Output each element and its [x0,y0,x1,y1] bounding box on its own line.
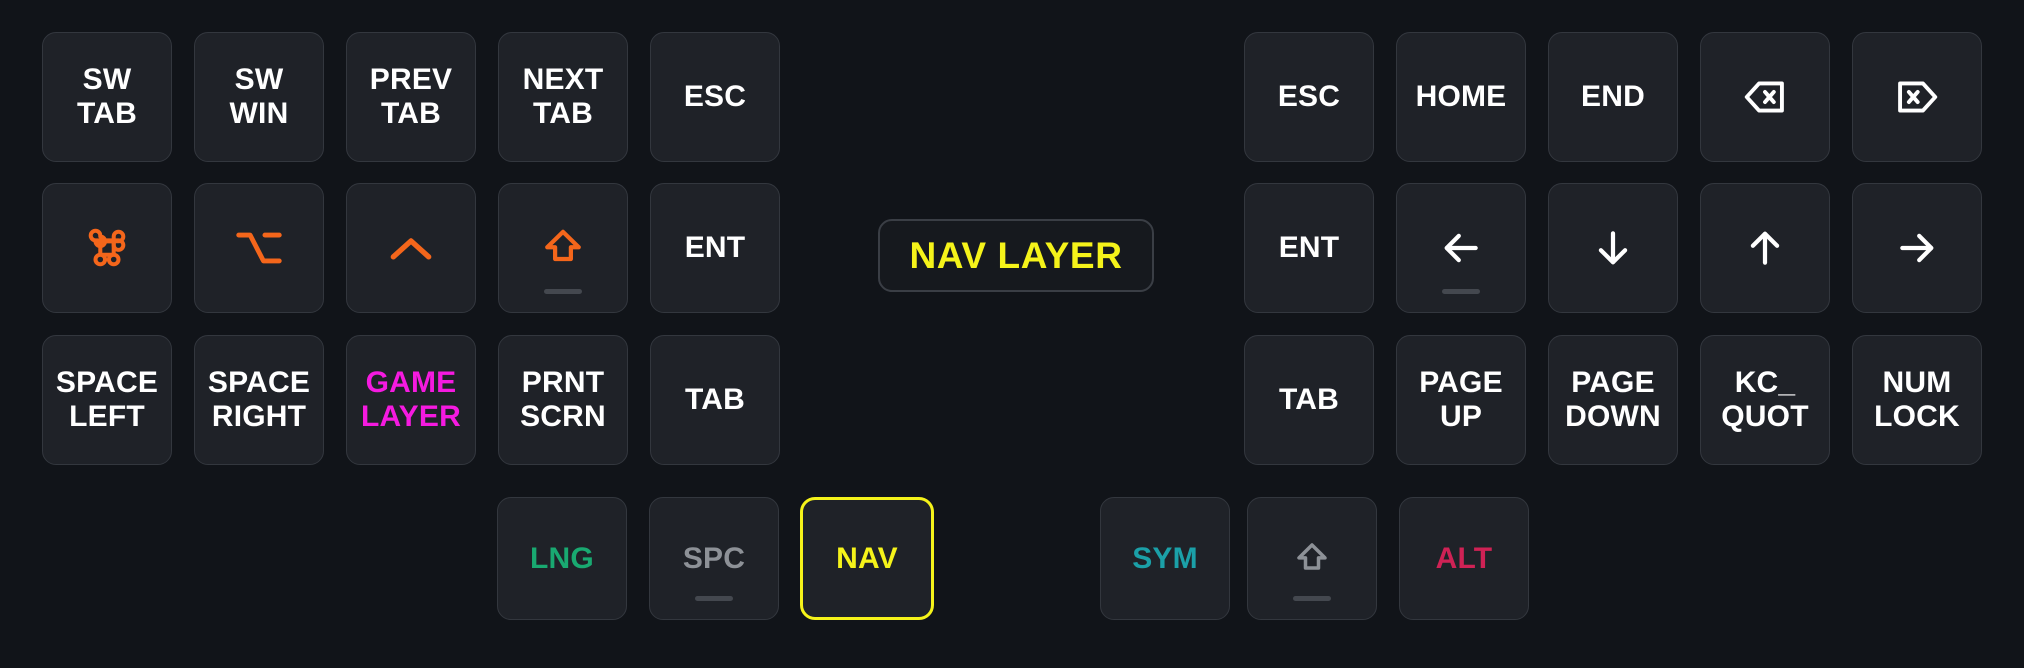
key-label: ESC [1277,80,1341,114]
key-l-r2-c2[interactable] [194,183,324,313]
key-l-r1-c1[interactable]: SW TAB [42,32,172,162]
homing-bar [1293,596,1331,601]
key-label: QUOT [1721,400,1809,433]
key-l-thumb-3[interactable]: NAV [800,497,934,620]
key-label: SCRN [520,400,606,433]
homing-bar [695,596,733,601]
delete-icon [1895,78,1939,116]
key-r-r3-c5[interactable]: NUM LOCK [1852,335,1982,465]
key-l-r3-c5[interactable]: TAB [650,335,780,465]
key-r-r2-c2[interactable] [1396,183,1526,313]
homing-bar [1442,289,1480,294]
key-label: GAME [365,366,457,400]
active-layer-label: NAV LAYER [909,234,1123,276]
arrow-left-icon [1439,226,1483,270]
key-l-r1-c5[interactable]: ESC [650,32,780,162]
backspace-icon [1743,78,1787,116]
key-r-r1-c3[interactable]: END [1548,32,1678,162]
key-l-thumb-1[interactable]: LNG [497,497,627,620]
key-label: SW [234,63,284,97]
key-r-thumb-2[interactable] [1247,497,1377,620]
key-label: TAB [684,383,746,417]
key-label: RIGHT [211,400,307,433]
key-l-r1-c4[interactable]: NEXT TAB [498,32,628,162]
key-r-r3-c3[interactable]: PAGE DOWN [1548,335,1678,465]
key-r-r3-c2[interactable]: PAGE UP [1396,335,1526,465]
key-label: END [1581,80,1645,114]
key-label: SPACE [207,366,311,400]
key-label: UP [1439,400,1483,433]
homing-bar [544,289,582,294]
key-label: LAYER [361,400,461,433]
key-label: SW [82,63,132,97]
keyboard-layout: SW TAB SW WIN PREV TAB NEXT TAB ESC ESC HOME END ENT… [0,0,2024,668]
key-l-r1-c2[interactable]: SW WIN [194,32,324,162]
key-l-r3-c2[interactable]: SPACE RIGHT [194,335,324,465]
key-r-r1-c4[interactable] [1700,32,1830,162]
key-label: PREV [369,63,453,97]
key-l-r2-c3[interactable] [346,183,476,313]
key-r-r1-c5[interactable] [1852,32,1982,162]
key-l-r3-c4[interactable]: PRNT SCRN [498,335,628,465]
key-label: NEXT [522,63,604,97]
key-r-r2-c5[interactable] [1852,183,1982,313]
key-label: SPACE [55,366,159,400]
key-l-thumb-2[interactable]: SPC [649,497,779,620]
control-icon [388,233,434,263]
key-label: ENT [684,231,746,265]
key-label: LOCK [1874,400,1960,433]
key-label: PAGE [1571,366,1655,400]
key-r-thumb-1[interactable]: SYM [1100,497,1230,620]
key-label: DOWN [1565,400,1661,433]
key-label: NAV [836,541,898,575]
command-icon [84,225,130,271]
shift-icon [541,226,585,270]
key-label: SPC [682,541,746,575]
key-l-r2-c1[interactable] [42,183,172,313]
key-label: TAB [532,97,594,130]
key-l-r2-c4[interactable] [498,183,628,313]
key-r-r2-c1[interactable]: ENT [1244,183,1374,313]
key-label: PAGE [1419,366,1503,400]
key-l-r3-c3[interactable]: GAME LAYER [346,335,476,465]
shift-outline-icon [1292,539,1332,579]
key-label: ENT [1278,231,1340,265]
key-label: LNG [530,541,594,575]
key-l-r1-c3[interactable]: PREV TAB [346,32,476,162]
key-label: TAB [76,97,138,130]
key-label: ALT [1435,541,1493,575]
arrow-right-icon [1895,226,1939,270]
key-label: LEFT [69,400,145,433]
key-r-thumb-3[interactable]: ALT [1399,497,1529,620]
arrow-down-icon [1591,226,1635,270]
key-label: PRNT [521,366,605,400]
arrow-up-icon [1743,226,1787,270]
key-r-r3-c4[interactable]: KC_ QUOT [1700,335,1830,465]
key-l-r2-c5[interactable]: ENT [650,183,780,313]
key-label: KC_ [1734,366,1796,400]
key-label: WIN [229,97,289,130]
key-l-r3-c1[interactable]: SPACE LEFT [42,335,172,465]
key-r-r1-c1[interactable]: ESC [1244,32,1374,162]
key-label: ESC [683,80,747,114]
key-r-r2-c3[interactable] [1548,183,1678,313]
key-r-r3-c1[interactable]: TAB [1244,335,1374,465]
option-icon [235,227,283,269]
key-label: TAB [1278,383,1340,417]
key-r-r2-c4[interactable] [1700,183,1830,313]
key-label: TAB [380,97,442,130]
active-layer-badge: NAV LAYER [878,219,1154,292]
key-label: SYM [1132,541,1198,575]
key-r-r1-c2[interactable]: HOME [1396,32,1526,162]
key-label: NUM [1882,366,1952,400]
key-label: HOME [1415,80,1507,114]
